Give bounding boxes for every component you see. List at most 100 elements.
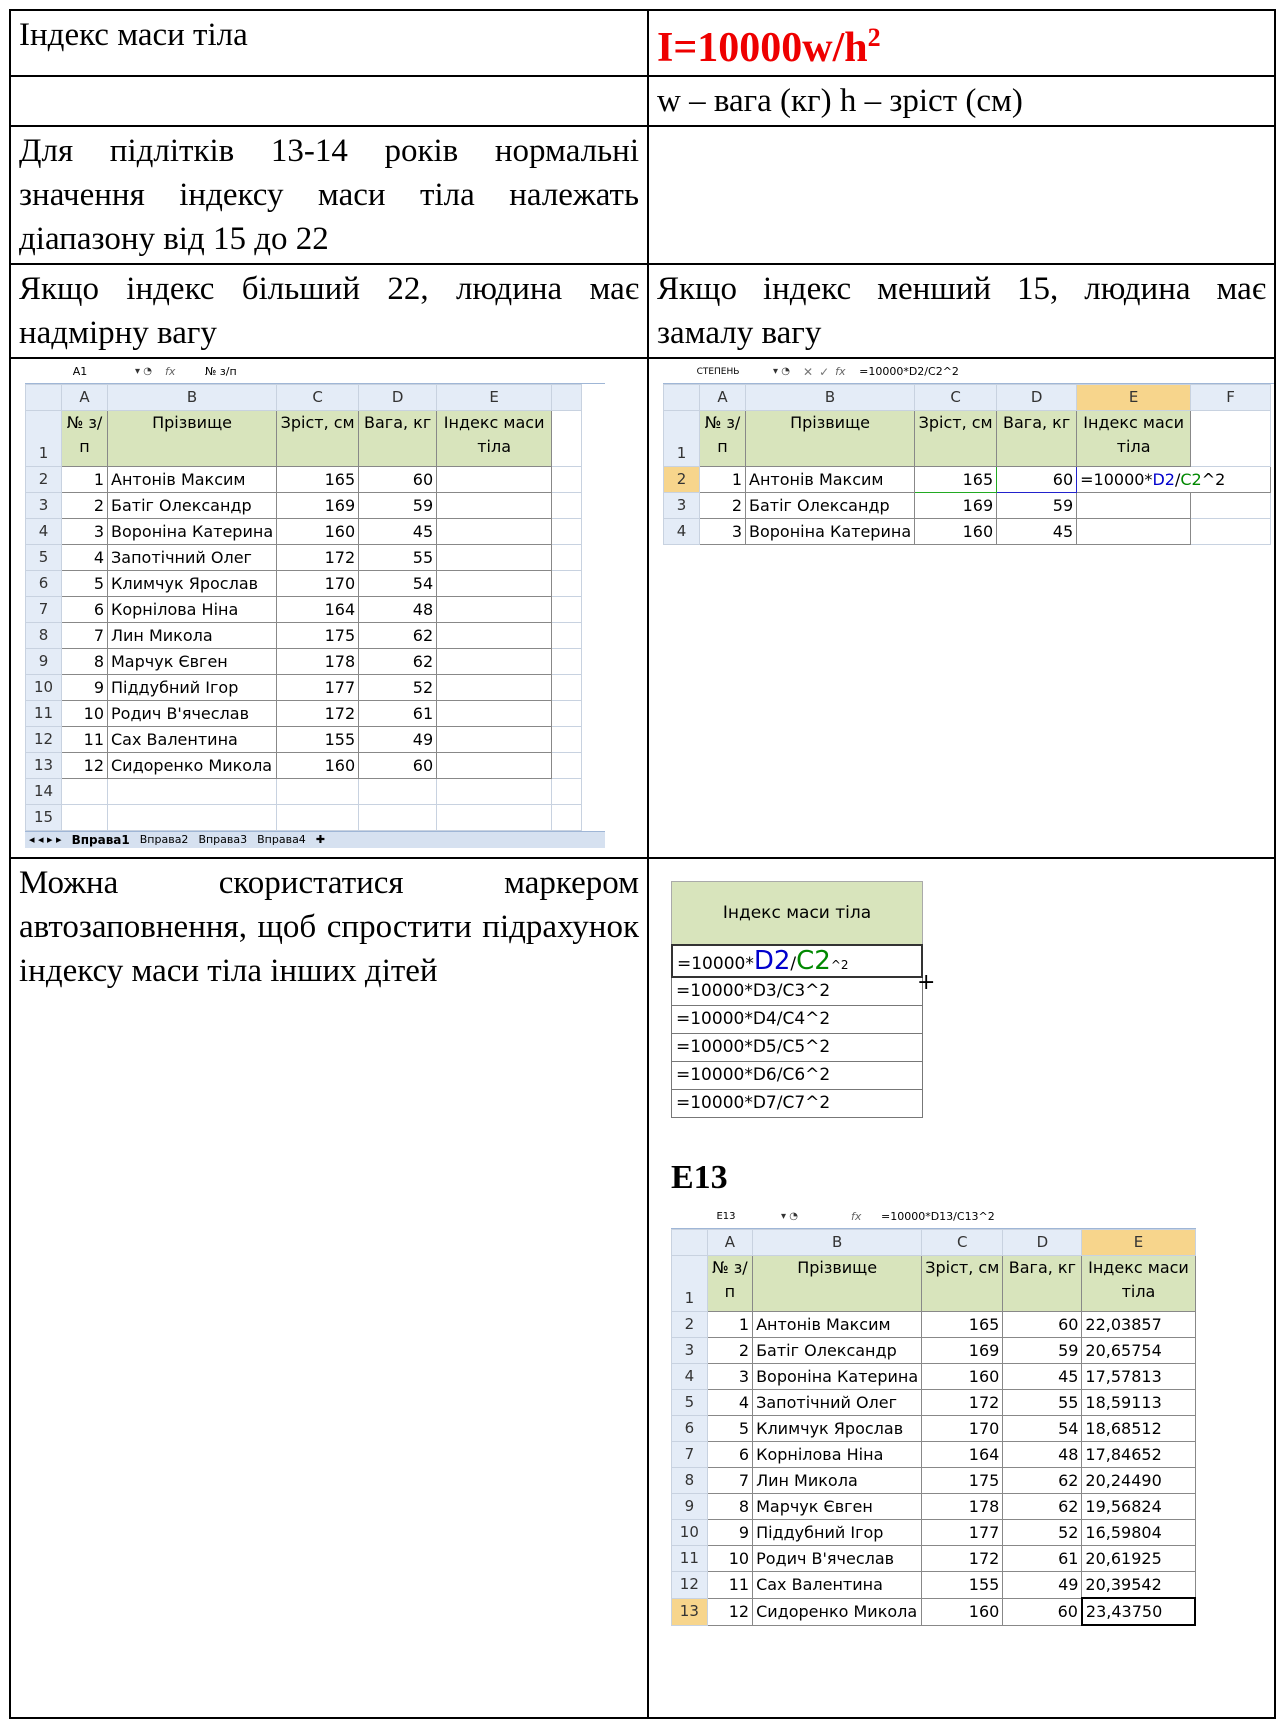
cell-number[interactable]: 1 — [699, 466, 746, 493]
autofill-cell[interactable]: =10000*D4/C4^2 — [671, 1006, 923, 1034]
cell-bmi[interactable] — [436, 518, 553, 545]
cell-weight[interactable]: 45 — [1002, 1363, 1083, 1390]
cell-surname[interactable]: Сах Валентина — [752, 1571, 923, 1599]
cell-number[interactable]: 8 — [706, 1493, 754, 1520]
header-cell-surname[interactable]: Прізвище — [106, 410, 278, 467]
cell-bmi[interactable]: 19,56824 — [1081, 1493, 1196, 1520]
cell-bmi[interactable] — [436, 648, 553, 675]
editing-cell[interactable]: =10000*D2/C2^2 — [1076, 466, 1272, 493]
cell-weight[interactable]: 45 — [996, 518, 1078, 545]
row-header[interactable]: 3 — [25, 492, 62, 519]
row-header[interactable]: 9 — [25, 648, 62, 675]
cell[interactable] — [276, 778, 360, 805]
cell-surname[interactable]: Батіг Олександр — [744, 492, 916, 519]
tab-sheet3[interactable]: Вправа3 — [198, 818, 247, 862]
cell-weight[interactable]: 62 — [1002, 1493, 1083, 1520]
autofill-cell[interactable]: =10000*D5/C5^2 — [671, 1034, 923, 1062]
cell-number[interactable]: 2 — [61, 492, 108, 519]
cell-surname[interactable]: Батіг Олександр — [106, 492, 278, 519]
cell-height[interactable]: 165 — [914, 466, 998, 493]
header-cell-bmi[interactable]: Індекс маси тіла — [1081, 1255, 1196, 1312]
cell-number[interactable]: 8 — [61, 648, 108, 675]
cell-bmi[interactable]: 20,24490 — [1081, 1467, 1196, 1494]
cell-surname[interactable]: Запотічний Олег — [752, 1389, 923, 1416]
cell-weight[interactable]: 62 — [358, 648, 438, 675]
cell-height[interactable]: 172 — [276, 544, 360, 571]
row-header[interactable]: 7 — [25, 596, 62, 623]
cell-number[interactable]: 4 — [61, 544, 108, 571]
autofill-cell[interactable]: =10000*D6/C6^2 — [671, 1062, 923, 1090]
header-cell-height[interactable]: Зріст, см — [914, 410, 998, 467]
cell-bmi[interactable] — [436, 752, 553, 779]
cell-height[interactable]: 165 — [276, 466, 360, 493]
cell-weight[interactable]: 61 — [358, 700, 438, 727]
row-header[interactable]: 8 — [25, 622, 62, 649]
header-cell-weight[interactable]: Вага, кг — [358, 410, 438, 467]
cell[interactable] — [551, 648, 583, 675]
cell-number[interactable]: 12 — [61, 752, 108, 779]
row-header[interactable]: 4 — [671, 1363, 708, 1390]
row-header[interactable]: 1 — [671, 1255, 708, 1312]
cancel-icon[interactable]: ✕ — [803, 350, 813, 394]
cell-bmi[interactable]: 16,59804 — [1081, 1519, 1196, 1546]
cell-bmi[interactable]: 17,57813 — [1081, 1363, 1196, 1390]
cell-height[interactable]: 175 — [276, 622, 360, 649]
cell-bmi[interactable]: 20,39542 — [1081, 1571, 1196, 1599]
cell-height[interactable]: 160 — [921, 1597, 1004, 1626]
cell[interactable] — [106, 778, 278, 805]
cell-bmi[interactable] — [436, 492, 553, 519]
cell[interactable] — [358, 804, 438, 831]
chevron-down-icon[interactable]: ▾ ◔ — [773, 350, 803, 394]
row-header[interactable]: 7 — [671, 1441, 708, 1468]
cell-height[interactable]: 160 — [276, 518, 360, 545]
cell-bmi[interactable] — [436, 700, 553, 727]
cell-bmi[interactable] — [436, 544, 553, 571]
autofill-cell[interactable]: =10000*D7/C7^2 — [671, 1090, 923, 1118]
cell-bmi[interactable]: 22,03857 — [1081, 1311, 1196, 1338]
cell-bmi[interactable] — [436, 466, 553, 493]
cell-bmi[interactable]: 17,84652 — [1081, 1441, 1196, 1468]
function-icon[interactable]: fx — [851, 1195, 881, 1239]
cell-weight[interactable]: 62 — [358, 622, 438, 649]
cell[interactable] — [551, 410, 583, 467]
header-cell-surname[interactable]: Прізвище — [744, 410, 916, 467]
cell-number[interactable]: 3 — [699, 518, 746, 545]
column-header[interactable]: E — [1081, 1229, 1196, 1256]
cell-number[interactable]: 9 — [61, 674, 108, 701]
cell-weight[interactable]: 45 — [358, 518, 438, 545]
cell-surname[interactable]: Піддубний Ігор — [752, 1519, 923, 1546]
row-header[interactable]: 13 — [671, 1597, 708, 1626]
cell-weight[interactable]: 60 — [996, 466, 1078, 493]
cell-height[interactable]: 177 — [921, 1519, 1004, 1546]
cell-bmi[interactable]: 20,61925 — [1081, 1545, 1196, 1572]
cell[interactable] — [1190, 410, 1272, 467]
cell-number[interactable]: 6 — [706, 1441, 754, 1468]
header-cell-number[interactable]: № з/п — [61, 410, 108, 467]
cell-surname[interactable]: Лин Микола — [752, 1467, 923, 1494]
row-header[interactable]: 2 — [671, 1311, 708, 1338]
cell-surname[interactable]: Сах Валентина — [106, 726, 278, 753]
row-header[interactable]: 10 — [671, 1519, 708, 1546]
function-icon[interactable]: fx — [835, 350, 859, 394]
row-header[interactable]: 8 — [671, 1467, 708, 1494]
cell-number[interactable]: 1 — [61, 466, 108, 493]
cell[interactable] — [551, 518, 583, 545]
cell[interactable] — [551, 804, 583, 831]
cell-height[interactable]: 172 — [921, 1545, 1004, 1572]
cell-surname[interactable]: Батіг Олександр — [752, 1337, 923, 1364]
row-header[interactable]: 4 — [663, 518, 700, 545]
cell-height[interactable]: 172 — [276, 700, 360, 727]
cell-weight[interactable]: 54 — [358, 570, 438, 597]
cell-weight[interactable]: 54 — [1002, 1415, 1083, 1442]
cell-height[interactable]: 178 — [276, 648, 360, 675]
cell[interactable] — [436, 778, 553, 805]
row-header[interactable]: 6 — [25, 570, 62, 597]
row-header[interactable]: 9 — [671, 1493, 708, 1520]
cell-height[interactable]: 175 — [921, 1467, 1004, 1494]
cell-bmi[interactable] — [436, 596, 553, 623]
cell-bmi[interactable]: 18,68512 — [1081, 1415, 1196, 1442]
cell-weight[interactable]: 52 — [1002, 1519, 1083, 1546]
cell-weight[interactable]: 55 — [358, 544, 438, 571]
cell[interactable] — [551, 492, 583, 519]
cell-surname[interactable]: Марчук Євген — [106, 648, 278, 675]
